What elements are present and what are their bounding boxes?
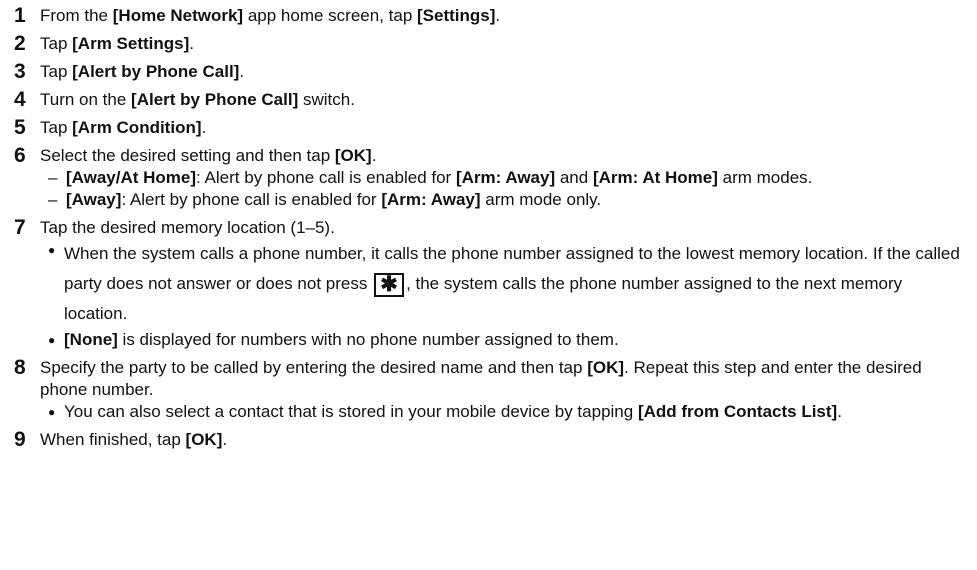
bullet-marker: ● [48,405,56,419]
sub-item-away: – [Away]: Alert by phone call is enabled… [40,189,969,211]
step-text: When finished, tap [OK]. [40,430,228,449]
step-number: 5 [14,116,26,139]
step-text: Select the desired setting and then tap … [40,145,977,211]
sub-item-calling-order: ● When the system calls a phone number, … [40,239,969,329]
step-text: Specify the party to be called by enteri… [40,357,977,423]
step-2: 2 Tap [Arm Settings]. [0,33,977,55]
step-7: 7 Tap the desired memory location (1–5).… [0,217,977,351]
bullet-marker: ● [48,333,56,347]
sub-item-contacts: ● You can also select a contact that is … [40,401,969,423]
step-number: 2 [14,32,26,55]
step-text: From the [Home Network] app home screen,… [40,6,501,25]
step-number: 4 [14,88,26,111]
step-3: 3 Tap [Alert by Phone Call]. [0,61,977,83]
step-number: 6 [14,144,26,167]
step-text: Tap [Alert by Phone Call]. [40,62,245,81]
star-key-icon: ✱ [374,272,405,297]
step-5: 5 Tap [Arm Condition]. [0,117,977,139]
step-number: 7 [14,216,26,239]
dash-marker: – [48,190,58,209]
sub-item-away-at-home: – [Away/At Home]: Alert by phone call is… [40,167,969,189]
step-text: Tap the desired memory location (1–5). ●… [40,217,977,351]
step-1: 1 From the [Home Network] app home scree… [0,5,977,27]
step-6: 6 Select the desired setting and then ta… [0,145,977,211]
sub-item-none: ● [None] is displayed for numbers with n… [40,329,969,351]
step-text: Tap [Arm Settings]. [40,34,194,53]
step-text: Tap [Arm Condition]. [40,118,207,137]
step-9: 9 When finished, tap [OK]. [0,429,977,451]
step-text: Turn on the [Alert by Phone Call] switch… [40,90,355,109]
step-4: 4 Turn on the [Alert by Phone Call] swit… [0,89,977,111]
step-number: 3 [14,60,26,83]
step-number: 8 [14,356,26,379]
instructions-page: 1 From the [Home Network] app home scree… [0,0,977,570]
step-number: 9 [14,428,26,451]
bullet-marker: ● [48,243,56,257]
dash-marker: – [48,168,58,187]
step-number: 1 [14,4,26,27]
step-8: 8 Specify the party to be called by ente… [0,357,977,423]
